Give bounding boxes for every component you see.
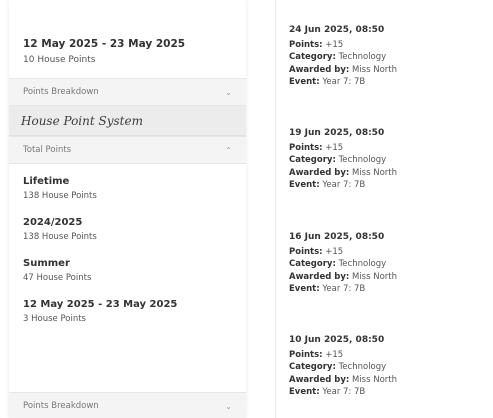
total-item-year: 2024/2025 138 House Points <box>23 217 232 242</box>
total-item-range: 12 May 2025 - 23 May 2025 3 House Points <box>23 299 232 324</box>
entry-date: 10 Jun 2025, 08:50 <box>289 335 385 345</box>
points-breakdown-toggle-bottom[interactable]: Points Breakdown ⌄ <box>9 392 246 418</box>
total-item-lifetime: Lifetime 138 House Points <box>23 176 232 201</box>
entry-awarded-by: Awarded by: Miss North <box>289 271 398 282</box>
date-range-points: 10 House Points <box>23 55 96 65</box>
total-value: 3 House Points <box>23 314 86 324</box>
entry-date: 19 Jun 2025, 08:50 <box>289 128 385 138</box>
total-value: 138 House Points <box>23 191 97 201</box>
points-breakdown-toggle[interactable]: Points Breakdown ⌄ <box>9 78 246 106</box>
points-breakdown-label: Points Breakdown <box>23 87 99 97</box>
entry-awarded-by: Awarded by: Miss North <box>289 374 398 385</box>
entry-points: Points: +15 <box>289 142 344 153</box>
total-value: 47 House Points <box>23 273 92 283</box>
total-item-term: Summer 47 House Points <box>23 258 232 283</box>
entry-awarded-by: Awarded by: Miss North <box>289 167 398 178</box>
history-entry: 10 Jun 2025, 08:50 Points: +15 Category:… <box>289 334 397 399</box>
entry-date: 16 Jun 2025, 08:50 <box>289 232 385 242</box>
total-title: Summer <box>23 258 70 269</box>
entry-category: Category: Technology <box>289 259 387 269</box>
entry-points: Points: +15 <box>289 349 344 360</box>
total-value: 138 House Points <box>23 232 97 242</box>
entry-points: Points: +15 <box>289 246 344 257</box>
entry-event: Event: Year 7: 7B <box>289 387 366 397</box>
entry-points: Points: +15 <box>289 39 344 50</box>
chevron-down-icon: ⌄ <box>225 87 232 97</box>
chevron-up-icon: ⌃ <box>225 145 232 155</box>
entry-event: Event: Year 7: 7B <box>289 180 366 190</box>
points-history-list: 24 Jun 2025, 08:50 Points: +15 Category:… <box>275 0 493 418</box>
history-entry: 16 Jun 2025, 08:50 Points: +15 Category:… <box>289 231 397 296</box>
totals-list: Lifetime 138 House Points 2024/2025 138 … <box>9 176 246 324</box>
total-points-label: Total Points <box>23 145 72 155</box>
total-points-toggle[interactable]: Total Points ⌃ <box>9 136 246 164</box>
entry-date: 24 Jun 2025, 08:50 <box>289 25 385 35</box>
entry-category: Category: Technology <box>289 362 387 372</box>
entry-awarded-by: Awarded by: Miss North <box>289 64 398 75</box>
entry-event: Event: Year 7: 7B <box>289 77 366 87</box>
points-breakdown-label: Points Breakdown <box>23 401 99 411</box>
date-range-card: 12 May 2025 - 23 May 2025 10 House Point… <box>9 0 246 78</box>
entry-event: Event: Year 7: 7B <box>289 284 366 294</box>
total-title: 12 May 2025 - 23 May 2025 <box>23 299 178 310</box>
entry-category: Category: Technology <box>289 52 387 62</box>
date-range-title: 12 May 2025 - 23 May 2025 <box>23 38 186 50</box>
chevron-down-icon: ⌄ <box>225 401 232 411</box>
total-title: Lifetime <box>23 176 70 187</box>
total-title: 2024/2025 <box>23 217 83 228</box>
history-entry: 24 Jun 2025, 08:50 Points: +15 Category:… <box>289 24 397 89</box>
house-points-panel: 12 May 2025 - 23 May 2025 10 House Point… <box>9 0 246 418</box>
history-entry: 19 Jun 2025, 08:50 Points: +15 Category:… <box>289 127 397 192</box>
section-title: House Point System <box>9 106 246 136</box>
entry-category: Category: Technology <box>289 155 387 165</box>
